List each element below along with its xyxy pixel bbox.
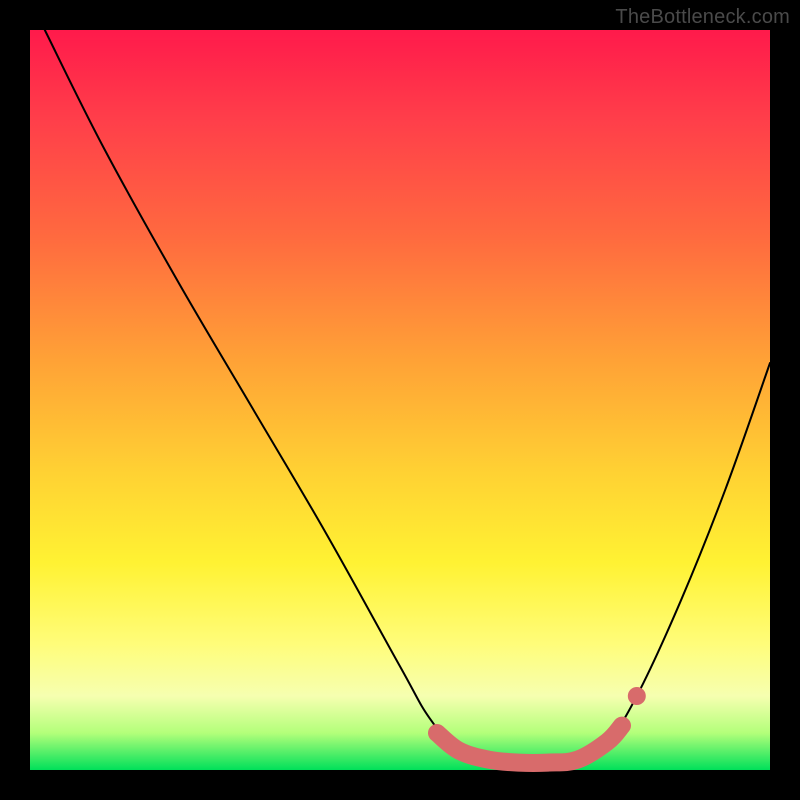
plot-area [30,30,770,770]
bottleneck-curve [45,30,770,763]
marker-dot [628,687,646,705]
optimal-region [437,726,622,763]
attribution-label: TheBottleneck.com [615,6,790,29]
chart-frame: TheBottleneck.com [0,0,800,800]
plot-svg [30,30,770,770]
